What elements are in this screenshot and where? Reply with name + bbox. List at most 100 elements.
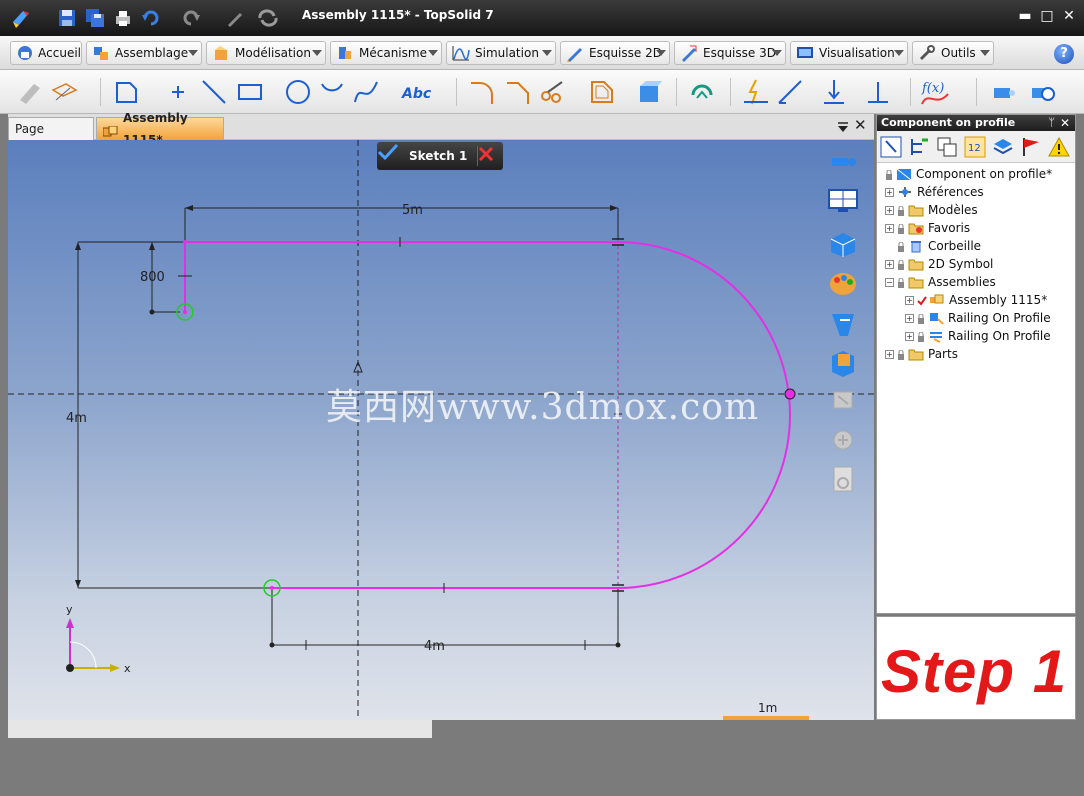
pin-panel-button[interactable]: ᛘ (1048, 115, 1055, 131)
formula-icon[interactable]: f(x) (920, 76, 952, 108)
validate-sketch-icon[interactable] (377, 143, 405, 166)
layers-icon[interactable] (991, 135, 1015, 159)
tree-node-references[interactable]: + Références (885, 183, 984, 201)
circle-icon[interactable] (282, 76, 314, 108)
tab-assemblage[interactable]: Assemblage (86, 41, 202, 65)
scale-bar-label: 1m (758, 701, 777, 715)
doc-tab-assembly[interactable]: Assembly 1115* (96, 111, 224, 147)
color-palette-icon[interactable] (828, 270, 860, 302)
trim-icon[interactable] (536, 76, 568, 108)
tree-node-corbeille[interactable]: Corbeille (897, 237, 981, 255)
disabled-view-icon-2 (828, 426, 860, 458)
perpendicular-icon[interactable] (862, 76, 894, 108)
close-panel-button[interactable]: ✕ (1060, 115, 1070, 131)
redo-icon[interactable] (180, 8, 202, 28)
x-axis-label: x (124, 662, 131, 675)
save-all-icon[interactable] (84, 8, 106, 28)
profile-icon[interactable] (110, 76, 142, 108)
trash-icon (908, 239, 924, 253)
text-icon[interactable]: Abc (400, 76, 432, 108)
tree-node-root[interactable]: Component on profile* (885, 165, 1052, 183)
3d-viewport[interactable]: 5m 4m 800 4m y x 1m Sketch 1 莫西网www.3dmo… (8, 140, 874, 720)
save-icon[interactable] (56, 8, 78, 28)
render-mode-icon[interactable] (828, 348, 860, 380)
tab-label: Simulation (475, 46, 539, 60)
view-cube-icon[interactable] (828, 230, 860, 262)
project-icon[interactable] (632, 76, 664, 108)
camera-icon[interactable] (986, 76, 1018, 108)
app-logo-icon[interactable] (10, 8, 32, 28)
assembly-doc-icon (929, 293, 945, 307)
inspect-icon[interactable] (1026, 76, 1058, 108)
copy-icon[interactable] (935, 135, 959, 159)
vertical-constraint-icon[interactable] (818, 76, 850, 108)
tab-mecanisme[interactable]: Mécanisme (330, 41, 442, 65)
rectangle-icon[interactable] (234, 76, 266, 108)
tab-accueil[interactable]: Accueil (10, 41, 82, 65)
tree-node-railing-2[interactable]: + Railing On Profile (905, 327, 1051, 345)
tree-node-modeles[interactable]: + Modèles (885, 201, 978, 219)
tree-node-favoris[interactable]: + Favoris (885, 219, 970, 237)
tab-esquisse-3d[interactable]: Esquisse 3D (674, 41, 786, 65)
spline-icon[interactable] (350, 76, 382, 108)
tree-hierarchy-icon[interactable] (907, 135, 931, 159)
flag-icon[interactable] (1019, 135, 1043, 159)
tree-label: Parts (928, 347, 958, 361)
minimize-button[interactable]: ▬ (1016, 8, 1034, 24)
tab-esquisse-2d[interactable]: Esquisse 2D (560, 41, 670, 65)
tree-node-parts[interactable]: + Parts (885, 345, 958, 363)
fillet-icon[interactable] (466, 76, 498, 108)
print-icon[interactable] (112, 8, 134, 28)
component-icon (928, 311, 944, 325)
tab-outils[interactable]: Outils (912, 41, 994, 65)
tab-label: Esquisse 2D (589, 46, 662, 60)
window-title: Assembly 1115* - TopSolid 7 (302, 8, 494, 22)
chamfer-icon[interactable] (502, 76, 534, 108)
close-window-button[interactable]: ✕ (1060, 8, 1078, 24)
tab-label: Modélisation (235, 46, 311, 60)
line-icon[interactable] (198, 76, 230, 108)
section-view-icon[interactable] (828, 310, 860, 342)
offset-icon[interactable] (586, 76, 618, 108)
tab-simulation[interactable]: Simulation (446, 41, 556, 65)
doc-list-dropdown-icon[interactable] (836, 120, 850, 134)
eraser-icon[interactable] (14, 76, 46, 108)
dim-offset-label: 800 (140, 270, 165, 285)
refresh-icon[interactable] (256, 8, 278, 28)
view-screen-icon[interactable] (828, 188, 860, 220)
tab-label: Mécanisme (359, 46, 427, 60)
warning-icon[interactable] (1047, 135, 1071, 159)
cancel-sketch-icon[interactable] (477, 146, 499, 166)
open-folder-icon (908, 275, 924, 289)
doc-tab-home[interactable]: Page d'accueil (8, 117, 94, 158)
tab-modelisation[interactable]: Modélisation (206, 41, 326, 65)
tree-label: Component on profile* (916, 167, 1053, 181)
y-axis-label: y (66, 603, 73, 616)
pencil-icon[interactable] (224, 8, 246, 28)
dimension-icon[interactable] (740, 76, 772, 108)
tree-label: Railing On Profile (948, 329, 1051, 343)
maximize-button[interactable]: □ (1038, 8, 1056, 24)
dim-total-height-label: 4m (66, 411, 87, 426)
point-icon[interactable] (162, 76, 194, 108)
undo-icon[interactable] (140, 8, 162, 28)
tree-label: Assemblies (928, 275, 996, 289)
view-camera-icon[interactable] (828, 150, 860, 182)
arc-icon[interactable] (316, 76, 348, 108)
favorites-folder-icon (908, 221, 924, 235)
sketch-plane-icon[interactable] (48, 76, 80, 108)
tab-visualisation[interactable]: Visualisation (790, 41, 908, 65)
tree-node-railing-1[interactable]: + Railing On Profile (905, 309, 1051, 327)
tree-label: 2D Symbol (928, 257, 994, 271)
tree-node-assemblies[interactable]: − Assemblies (885, 273, 996, 291)
simulation-icon (451, 44, 471, 62)
help-button[interactable]: ? (1054, 44, 1074, 64)
sort-icon[interactable]: 12 (963, 135, 987, 159)
close-document-button[interactable]: ✕ (854, 117, 868, 133)
panel-toolbar: 12 (877, 131, 1075, 163)
select-icon[interactable] (879, 135, 903, 159)
update-icon[interactable] (686, 76, 718, 108)
tree-node-2d-symbol[interactable]: + 2D Symbol (885, 255, 993, 273)
tree-node-assembly-1115[interactable]: + Assembly 1115* (905, 291, 1047, 309)
angle-dimension-icon[interactable] (774, 76, 806, 108)
